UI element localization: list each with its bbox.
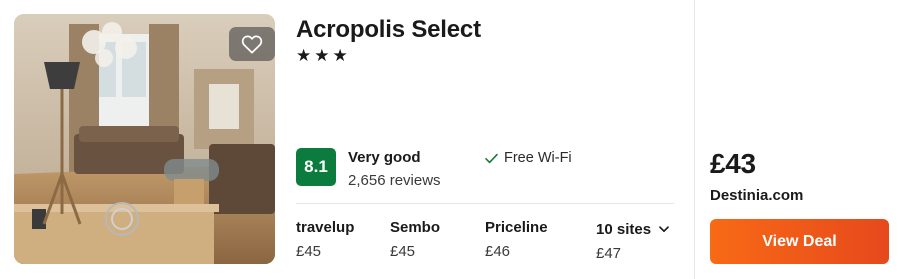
deal-price: £43 [710, 148, 756, 179]
provider-sembo[interactable]: Sembo £45 [390, 219, 440, 260]
view-deal-button[interactable]: View Deal [710, 219, 889, 264]
amenity-item: Free Wi-Fi [485, 150, 572, 166]
star-rating: ★★★ [296, 46, 351, 65]
amenity-label: Free Wi-Fi [504, 150, 572, 166]
provider-priceline[interactable]: Priceline £46 [485, 219, 548, 260]
deal-provider: Destinia.com [710, 187, 804, 204]
provider-name: Priceline [485, 219, 548, 236]
favorite-button[interactable] [229, 27, 275, 61]
divider-vertical [694, 0, 695, 279]
hotel-card[interactable]: Acropolis Select ★★★ 8.1 Very good 2,656… [0, 0, 906, 279]
provider-price: £45 [296, 243, 322, 260]
check-icon [485, 153, 498, 163]
hotel-photo[interactable] [14, 14, 275, 264]
chevron-down-icon [659, 226, 669, 233]
provider-price: £45 [390, 243, 416, 260]
provider-price: £47 [596, 245, 622, 262]
rating-score-badge: 8.1 [296, 148, 336, 186]
rating-label: Very good [348, 149, 421, 166]
divider [296, 203, 674, 204]
heart-icon [241, 35, 263, 54]
more-sites-label: 10 sites [596, 221, 652, 238]
provider-name: Sembo [390, 219, 441, 236]
provider-travelup[interactable]: travelup £45 [296, 219, 354, 260]
hotel-card-main: Acropolis Select ★★★ 8.1 Very good 2,656… [0, 0, 694, 279]
provider-price: £46 [485, 243, 511, 260]
more-sites-dropdown[interactable]: 10 sites £47 [596, 221, 669, 262]
hotel-name[interactable]: Acropolis Select [296, 16, 481, 44]
provider-name: travelup [296, 219, 355, 236]
review-count[interactable]: 2,656 reviews [348, 172, 441, 189]
more-sites-header: 10 sites [596, 221, 669, 238]
